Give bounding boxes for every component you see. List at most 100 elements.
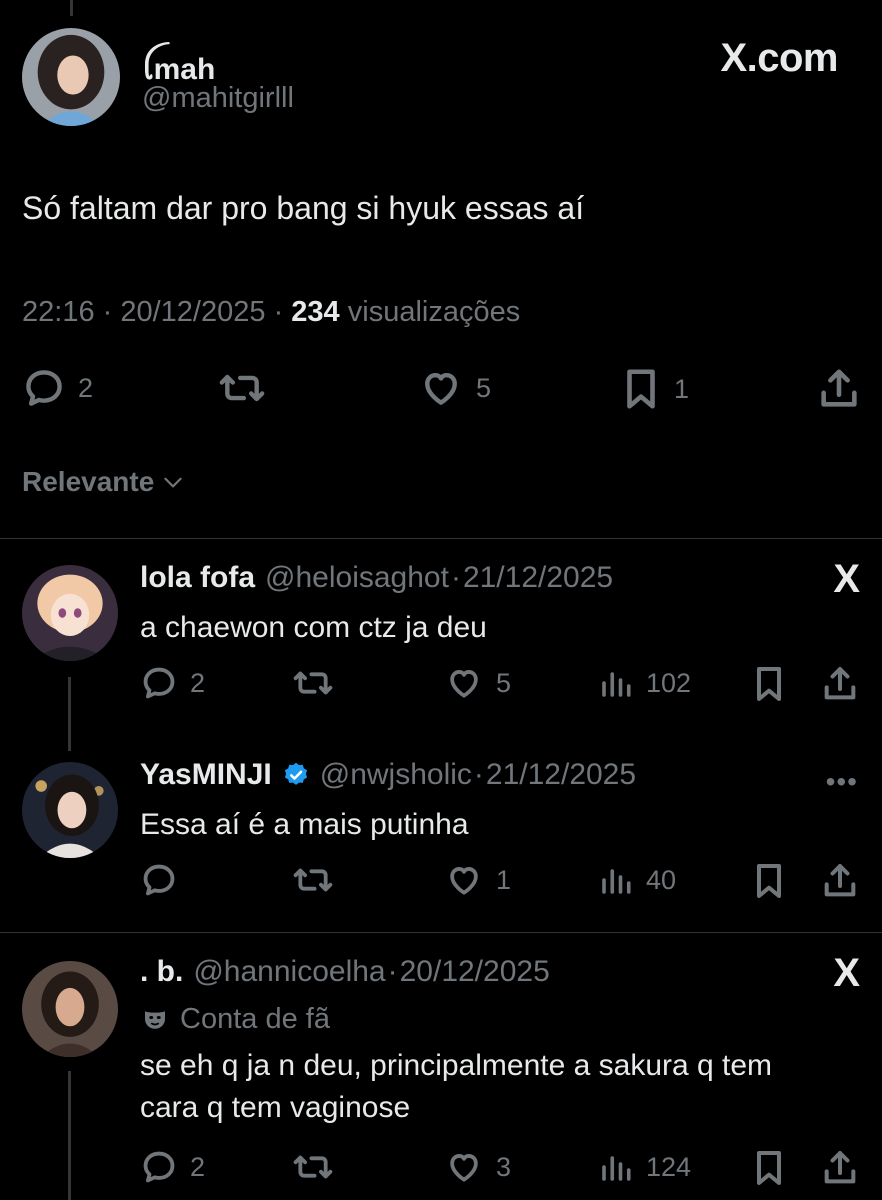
avatar[interactable] (22, 762, 118, 858)
reply-header: . b. @hannicoelha · 20/12/2025 (140, 955, 550, 989)
reply-actions: 2 3 124 (0, 1148, 882, 1198)
share-button[interactable] (816, 366, 862, 412)
like-count: 5 (496, 667, 512, 698)
bookmark-count: 1 (674, 373, 690, 404)
tweet-text: Só faltam dar pro bang si hyuk essas aí (22, 190, 585, 226)
author-handle[interactable]: @mahitgirlll (142, 82, 294, 115)
bookmark-button[interactable] (752, 1148, 786, 1188)
views-button[interactable]: 124 (598, 1148, 691, 1186)
share-button[interactable] (820, 664, 860, 704)
reply-author-name[interactable]: YasMINJI (140, 758, 272, 792)
tweet-time[interactable]: 22:16 (22, 296, 95, 328)
views-count: 124 (646, 1151, 692, 1182)
share-icon (824, 864, 856, 897)
reply-header: YasMINJI @nwjsholic · 21/12/2025 (140, 758, 636, 792)
tweet-date[interactable]: 20/12/2025 (120, 296, 265, 328)
bookmark-icon (627, 369, 655, 409)
reply-author-name[interactable]: lola fofa (140, 561, 255, 595)
like-button[interactable]: 5 (444, 664, 511, 702)
heart-icon (450, 670, 478, 698)
more-options-icon[interactable]: ••• (826, 766, 858, 798)
reply-text-line: cara q tem vaginose (140, 1091, 411, 1124)
reply-author-name[interactable]: . b. (140, 955, 183, 989)
reply-button[interactable]: 2 (22, 366, 93, 410)
retweet-button[interactable] (290, 1148, 336, 1186)
retweet-icon (219, 374, 265, 402)
reply-author-handle[interactable]: @hannicoelha (193, 955, 385, 989)
bookmark-icon (757, 864, 781, 898)
x-logo-icon: X (833, 557, 860, 601)
verified-badge-icon (284, 762, 307, 785)
meta-separator: · (387, 955, 398, 988)
share-button[interactable] (820, 1148, 860, 1188)
heart-icon (450, 867, 478, 895)
bookmark-icon (757, 1151, 781, 1185)
bookmark-icon (757, 667, 781, 701)
reply-count: 2 (78, 372, 94, 403)
views-button[interactable]: 40 (598, 861, 676, 899)
main-tweet: ꪶmah @mahitgirlll X.com Só faltam dar pr… (0, 0, 882, 538)
sort-label: Relevante (22, 466, 155, 497)
reply-text: a chaewon com ctz ja deu (140, 611, 487, 644)
share-icon (821, 369, 857, 407)
heart-icon (450, 1154, 478, 1182)
reply-button[interactable]: 2 (140, 664, 205, 702)
meta-separator: · (102, 296, 121, 328)
views-chart-icon (602, 1156, 631, 1181)
reply-date[interactable]: 21/12/2025 (463, 561, 613, 595)
meta-separator: · (450, 561, 461, 594)
theater-mask-icon (145, 1010, 165, 1029)
reply-icon (143, 667, 175, 699)
retweet-icon (293, 868, 333, 892)
avatar[interactable] (22, 28, 120, 126)
views-chart-icon (602, 869, 631, 894)
reply-tweet: . b. @hannicoelha · 20/12/2025 X Conta d… (0, 933, 882, 1200)
reply-text: Essa aí é a mais putinha (140, 808, 469, 841)
reply-text: se eh q ja n deu, principalmente a sakur… (140, 1045, 860, 1129)
reply-header: lola fofa @heloisaghot · 21/12/2025 (140, 561, 613, 595)
views-button[interactable]: 102 (598, 664, 691, 702)
reply-date[interactable]: 21/12/2025 (486, 758, 636, 792)
share-icon (824, 667, 856, 700)
heart-icon (425, 372, 457, 405)
reply-date[interactable]: 20/12/2025 (400, 955, 550, 989)
views-label: visualizações (347, 296, 521, 328)
like-button[interactable]: 5 (418, 366, 491, 410)
bookmark-button[interactable]: 1 (620, 366, 689, 412)
share-button[interactable] (820, 861, 860, 901)
reply-button[interactable] (140, 861, 190, 899)
meta-separator: · (473, 758, 484, 791)
bookmark-button[interactable] (752, 664, 786, 704)
x-logo-icon: X (833, 951, 860, 995)
retweet-button[interactable] (290, 861, 336, 899)
tweet-meta: 22:16 · 20/12/2025 · 234 visualizações (22, 296, 520, 329)
reply-icon (143, 864, 175, 896)
reply-count: 2 (190, 1151, 206, 1182)
reply-icon (26, 370, 62, 406)
share-icon (824, 1151, 856, 1184)
chevron-down-icon (164, 477, 182, 488)
like-button[interactable]: 1 (444, 861, 511, 899)
retweet-button[interactable] (290, 664, 336, 702)
like-count: 1 (496, 864, 512, 895)
meta-separator: · (273, 296, 292, 328)
reply-author-handle[interactable]: @nwjsholic (320, 758, 472, 792)
avatar[interactable] (22, 961, 118, 1057)
bookmark-button[interactable] (752, 861, 786, 901)
reply-button[interactable]: 2 (140, 1148, 205, 1186)
reply-actions: 1 40 (0, 861, 882, 911)
reply-text-line: se eh q ja n deu, principalmente a sakur… (140, 1049, 773, 1082)
like-button[interactable]: 3 (444, 1148, 511, 1186)
reply-count: 2 (190, 667, 206, 698)
fan-account-badge: Conta de fã (140, 1003, 330, 1036)
views-count: 234 (291, 296, 340, 328)
tweet-actions: 2 5 1 (0, 366, 882, 416)
retweet-button[interactable] (216, 366, 268, 410)
sort-dropdown[interactable]: Relevante (22, 466, 186, 498)
views-chart-icon (602, 672, 631, 697)
fan-badge-label: Conta de fã (180, 1003, 330, 1035)
reply-author-handle[interactable]: @heloisaghot (265, 561, 449, 595)
views-count: 102 (646, 667, 692, 698)
avatar[interactable] (22, 565, 118, 661)
reply-tweet: lola fofa @heloisaghot · 21/12/2025 X a … (0, 539, 882, 751)
